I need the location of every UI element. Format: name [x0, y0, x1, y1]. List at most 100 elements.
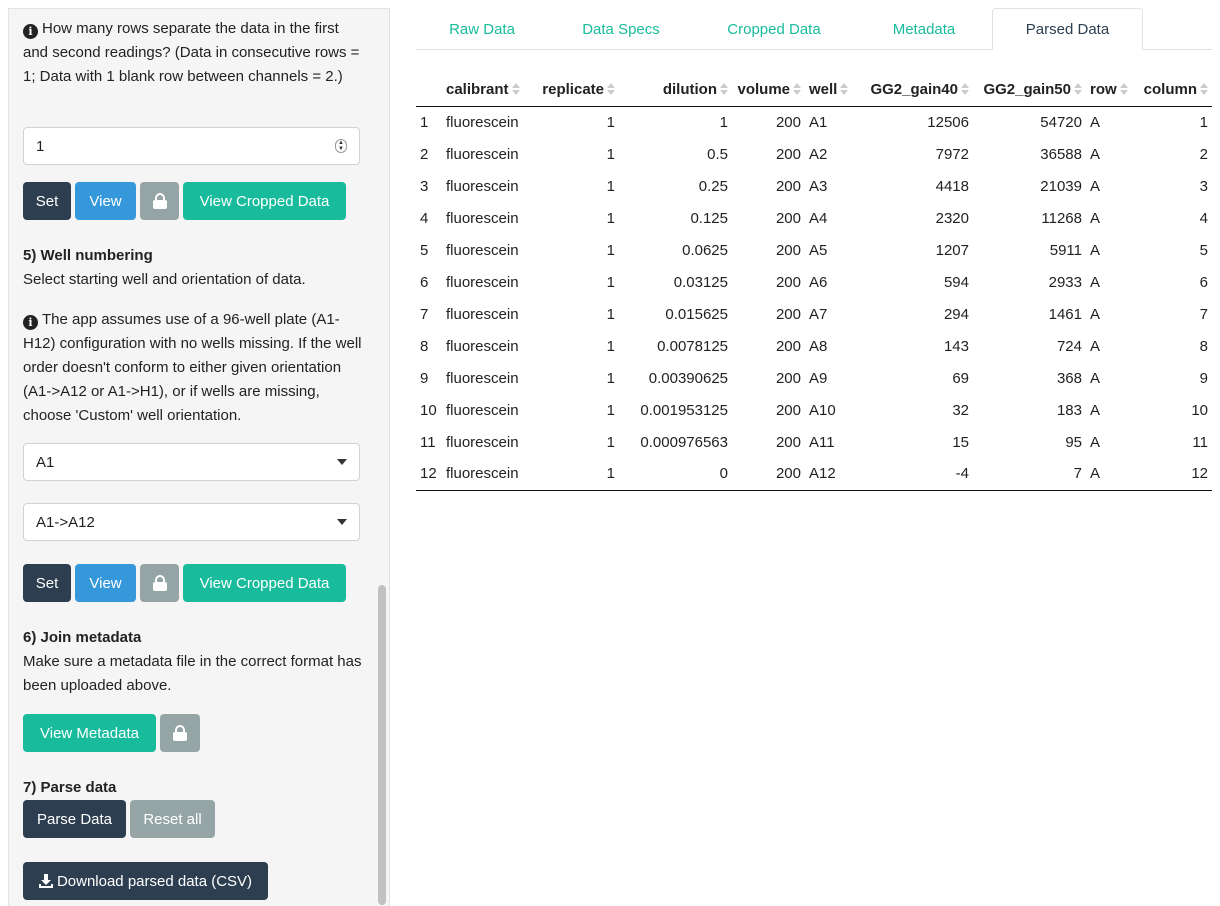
orientation-select[interactable]: A1->A12	[23, 503, 360, 541]
cell-volume: 200	[775, 337, 801, 355]
set-button[interactable]: Set	[23, 182, 71, 220]
table-row[interactable]: 6 fluorescein 1 0.03125 200 A6 594 2933 A 6	[416, 266, 1212, 298]
column-header-dilution[interactable]: dilution	[619, 74, 732, 107]
cell-volume: 200	[732, 458, 805, 491]
cell-gg2-gain40: 15	[952, 433, 969, 451]
cell-volume: 200	[775, 145, 801, 163]
cell-gg2-gain50: 1461	[1048, 305, 1082, 323]
tab-metadata[interactable]: Metadata	[861, 8, 987, 50]
cell-gg2-gain40: -4	[860, 458, 973, 491]
number-spinner-icon[interactable]: ▲ ▼	[335, 139, 347, 153]
column-header-well[interactable]: well	[805, 74, 860, 107]
starting-well-value: A1	[36, 453, 55, 471]
view-button[interactable]: View	[75, 182, 136, 220]
cell-replicate: 1	[606, 209, 615, 227]
cell-calibrant: fluorescein	[446, 145, 519, 163]
tab-cropped-data[interactable]: Cropped Data	[699, 8, 849, 50]
cell-column: 7	[1199, 305, 1208, 323]
cell-gg2-gain50: 95	[1065, 433, 1082, 451]
table-row[interactable]: 10 fluorescein 1 0.001953125 200 A10 32 183 A 10	[416, 394, 1212, 426]
step6-description: Make sure a metadata file in the correct…	[23, 653, 362, 694]
cell-well: A10	[809, 401, 836, 419]
cell-gg2-gain50: 7	[973, 458, 1086, 491]
cell-row: A	[1090, 337, 1101, 355]
view-metadata-button[interactable]: View Metadata	[23, 714, 156, 752]
column-header-gg2-gain50[interactable]: GG2_gain50	[973, 74, 1086, 107]
view-cropped-data-button[interactable]: View Cropped Data	[183, 182, 346, 220]
tab-data-specs[interactable]: Data Specs	[555, 8, 687, 50]
table-row[interactable]: 1 fluorescein 1 1 200 A1 12506 54720 A 1	[416, 106, 1212, 138]
column-header-gg2-gain40[interactable]: GG2_gain40	[860, 74, 973, 107]
parse-data-button[interactable]: Parse Data	[23, 800, 126, 838]
cell-calibrant: fluorescein	[446, 433, 519, 451]
step6-title: 6) Join metadata	[23, 629, 142, 646]
cell-dilution: 0.125	[690, 209, 728, 227]
table-row[interactable]: 8 fluorescein 1 0.0078125 200 A8 143 724 A 8	[416, 330, 1212, 362]
table-row[interactable]: 9 fluorescein 1 0.00390625 200 A9 69 368 A 9	[416, 362, 1212, 394]
cell-replicate: 1	[606, 401, 615, 419]
cell-volume: 200	[775, 273, 801, 291]
table-row[interactable]: 2 fluorescein 1 0.5 200 A2 7972 36588 A 2	[416, 138, 1212, 170]
row-index: 4	[420, 209, 429, 227]
cell-row: A	[1090, 177, 1101, 195]
cell-volume: 200	[775, 305, 801, 323]
cell-replicate: 1	[606, 369, 615, 387]
cell-calibrant: fluorescein	[446, 177, 519, 195]
lock-button[interactable]	[140, 182, 179, 220]
reset-all-button[interactable]: Reset all	[130, 800, 215, 838]
tab-raw-data[interactable]: Raw Data	[416, 8, 548, 50]
lock-icon	[173, 725, 187, 741]
cell-dilution: 0.0078125	[657, 337, 728, 355]
cell-dilution: 0.001953125	[640, 401, 728, 419]
cell-volume: 200	[775, 177, 801, 195]
cell-calibrant: fluorescein	[446, 401, 519, 419]
table-row[interactable]: 12 fluorescein 1 0 200 A12 -4 7 A 12	[416, 458, 1212, 491]
sort-icon	[961, 83, 969, 96]
chevron-down-icon	[337, 459, 347, 465]
step7-button-row: Parse Data Reset all	[23, 800, 215, 838]
table-row[interactable]: 3 fluorescein 1 0.25 200 A3 4418 21039 A 3	[416, 170, 1212, 202]
step6-button-row: View Metadata	[23, 714, 200, 752]
sidebar-scrollbar-thumb[interactable]	[378, 585, 386, 905]
lock-button[interactable]	[140, 564, 179, 602]
step5-title: 5) Well numbering	[23, 247, 153, 264]
rows-separation-input[interactable]: 1 ▲ ▼	[23, 127, 360, 165]
lock-button[interactable]	[160, 714, 200, 752]
cell-well: A7	[809, 305, 828, 323]
download-csv-button[interactable]: Download parsed data (CSV)	[23, 862, 268, 900]
row-index: 10	[420, 401, 437, 419]
column-header-row[interactable]: row	[1086, 74, 1138, 107]
cell-column: 1	[1199, 113, 1208, 131]
view-cropped-data-button[interactable]: View Cropped Data	[183, 564, 346, 602]
table-row[interactable]: 11 fluorescein 1 0.000976563 200 A11 15 95 A 11	[416, 426, 1212, 458]
column-header-column[interactable]: column	[1138, 74, 1212, 107]
cell-dilution: 0.000976563	[640, 433, 728, 451]
set-button[interactable]: Set	[23, 564, 71, 602]
cell-gg2-gain40: 32	[952, 401, 969, 419]
table-row[interactable]: 7 fluorescein 1 0.015625 200 A7 294 1461 A 7	[416, 298, 1212, 330]
cell-column: 9	[1199, 369, 1208, 387]
table-row[interactable]: 4 fluorescein 1 0.125 200 A4 2320 11268 A 4	[416, 202, 1212, 234]
column-header-calibrant[interactable]: calibrant	[442, 74, 531, 107]
cell-calibrant: fluorescein	[446, 273, 519, 291]
tab-parsed-data[interactable]: Parsed Data	[992, 8, 1143, 50]
cell-calibrant: fluorescein	[446, 305, 519, 323]
sidebar-scrollbar[interactable]	[377, 9, 387, 906]
orientation-value: A1->A12	[36, 513, 95, 531]
starting-well-select[interactable]: A1	[23, 443, 360, 481]
sidebar-panel: i How many rows separate the data in the …	[8, 8, 390, 906]
table-row[interactable]: 5 fluorescein 1 0.0625 200 A5 1207 5911 A 5	[416, 234, 1212, 266]
cell-calibrant: fluorescein	[446, 113, 519, 131]
row-index: 9	[420, 369, 429, 387]
cell-row: A	[1090, 209, 1101, 227]
column-header-replicate[interactable]: replicate	[531, 74, 619, 107]
cell-gg2-gain40: 594	[943, 273, 969, 291]
cell-column: 2	[1199, 145, 1208, 163]
rows-separation-value: 1	[36, 137, 45, 155]
cell-calibrant: fluorescein	[446, 337, 519, 355]
cell-row: A	[1090, 241, 1101, 259]
column-header-volume[interactable]: volume	[732, 74, 805, 107]
step4-button-row: Set View View Cropped Data	[23, 182, 346, 220]
sort-icon	[511, 83, 520, 96]
view-button[interactable]: View	[75, 564, 136, 602]
